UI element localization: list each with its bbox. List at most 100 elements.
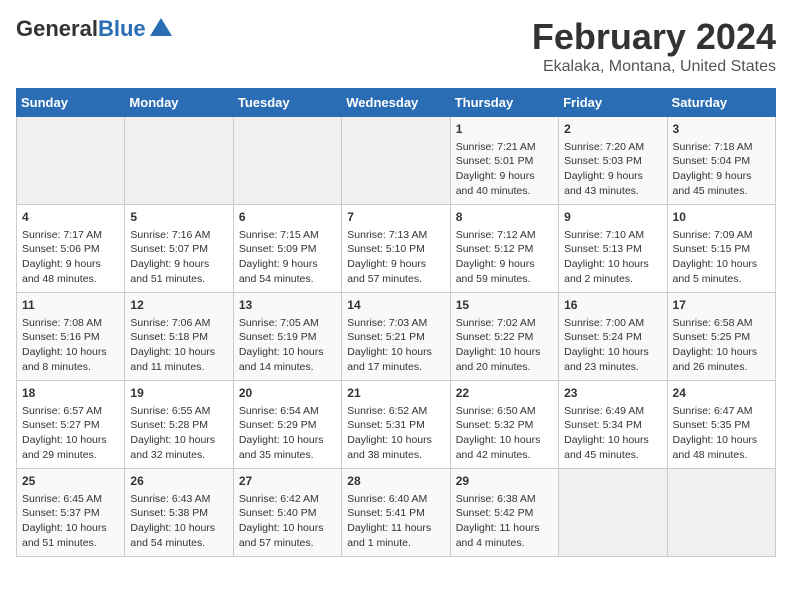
day-number: 4	[22, 209, 119, 226]
day-info: Sunrise: 6:47 AM Sunset: 5:35 PM Dayligh…	[673, 404, 770, 463]
day-info: Sunrise: 6:58 AM Sunset: 5:25 PM Dayligh…	[673, 316, 770, 375]
day-info: Sunrise: 7:00 AM Sunset: 5:24 PM Dayligh…	[564, 316, 661, 375]
calendar-cell: 14 Sunrise: 7:03 AM Sunset: 5:21 PM Dayli…	[342, 293, 450, 381]
day-number: 11	[22, 297, 119, 314]
calendar-cell: 12Sunrise: 7:06 AM Sunset: 5:18 PM Dayli…	[125, 293, 233, 381]
calendar-cell: 28 Sunrise: 6:40 AM Sunset: 5:41 PM Dayli…	[342, 469, 450, 557]
title-block: February 2024 Ekalaka, Montana, United S…	[532, 16, 776, 76]
calendar-cell: 24 Sunrise: 6:47 AM Sunset: 5:35 PM Dayli…	[667, 381, 775, 469]
calendar-cell: 26 Sunrise: 6:43 AM Sunset: 5:38 PM Dayli…	[125, 469, 233, 557]
calendar-cell: 9 Sunrise: 7:10 AM Sunset: 5:13 PM Daylig…	[559, 205, 667, 293]
day-info: Sunrise: 6:45 AM Sunset: 5:37 PM Dayligh…	[22, 492, 119, 551]
day-number: 27	[239, 473, 336, 490]
day-info: Sunrise: 6:40 AM Sunset: 5:41 PM Dayligh…	[347, 492, 444, 551]
day-info: Sunrise: 7:13 AM Sunset: 5:10 PM Dayligh…	[347, 228, 444, 287]
calendar-body: 1Sunrise: 7:21 AM Sunset: 5:01 PM Daylig…	[17, 117, 776, 557]
day-info: Sunrise: 7:20 AM Sunset: 5:03 PM Dayligh…	[564, 140, 661, 199]
day-number: 15	[456, 297, 553, 314]
calendar-week-3: 11 Sunrise: 7:08 AM Sunset: 5:16 PM Dayli…	[17, 293, 776, 381]
weekday-header-sunday: Sunday	[17, 89, 125, 117]
calendar-week-4: 18 Sunrise: 6:57 AM Sunset: 5:27 PM Dayli…	[17, 381, 776, 469]
weekday-header-friday: Friday	[559, 89, 667, 117]
day-number: 7	[347, 209, 444, 226]
day-info: Sunrise: 7:03 AM Sunset: 5:21 PM Dayligh…	[347, 316, 444, 375]
calendar-cell: 8 Sunrise: 7:12 AM Sunset: 5:12 PM Daylig…	[450, 205, 558, 293]
calendar-cell	[667, 469, 775, 557]
day-info: Sunrise: 7:06 AM Sunset: 5:18 PM Dayligh…	[130, 316, 227, 375]
day-info: Sunrise: 7:18 AM Sunset: 5:04 PM Dayligh…	[673, 140, 770, 199]
day-number: 18	[22, 385, 119, 402]
day-number: 20	[239, 385, 336, 402]
calendar-week-1: 1Sunrise: 7:21 AM Sunset: 5:01 PM Daylig…	[17, 117, 776, 205]
calendar-cell: 17 Sunrise: 6:58 AM Sunset: 5:25 PM Dayli…	[667, 293, 775, 381]
day-number: 28	[347, 473, 444, 490]
calendar-cell	[559, 469, 667, 557]
calendar-cell: 13Sunrise: 7:05 AM Sunset: 5:19 PM Dayli…	[233, 293, 341, 381]
logo: General Blue	[16, 16, 172, 42]
day-number: 16	[564, 297, 661, 314]
weekday-header-thursday: Thursday	[450, 89, 558, 117]
day-number: 24	[673, 385, 770, 402]
calendar-cell: 18 Sunrise: 6:57 AM Sunset: 5:27 PM Dayli…	[17, 381, 125, 469]
day-info: Sunrise: 6:50 AM Sunset: 5:32 PM Dayligh…	[456, 404, 553, 463]
day-number: 3	[673, 121, 770, 138]
day-info: Sunrise: 7:10 AM Sunset: 5:13 PM Dayligh…	[564, 228, 661, 287]
day-number: 19	[130, 385, 227, 402]
calendar-cell	[125, 117, 233, 205]
day-number: 9	[564, 209, 661, 226]
page-subtitle: Ekalaka, Montana, United States	[532, 58, 776, 76]
calendar-cell: 5 Sunrise: 7:16 AM Sunset: 5:07 PM Daylig…	[125, 205, 233, 293]
day-number: 26	[130, 473, 227, 490]
day-number: 6	[239, 209, 336, 226]
day-info: Sunrise: 6:42 AM Sunset: 5:40 PM Dayligh…	[239, 492, 336, 551]
day-number: 2	[564, 121, 661, 138]
calendar-cell: 11 Sunrise: 7:08 AM Sunset: 5:16 PM Dayli…	[17, 293, 125, 381]
calendar-cell: 15Sunrise: 7:02 AM Sunset: 5:22 PM Dayli…	[450, 293, 558, 381]
day-number: 17	[673, 297, 770, 314]
calendar-cell	[342, 117, 450, 205]
day-info: Sunrise: 6:49 AM Sunset: 5:34 PM Dayligh…	[564, 404, 661, 463]
day-number: 25	[22, 473, 119, 490]
day-info: Sunrise: 7:17 AM Sunset: 5:06 PM Dayligh…	[22, 228, 119, 287]
calendar-cell: 22 Sunrise: 6:50 AM Sunset: 5:32 PM Dayli…	[450, 381, 558, 469]
day-info: Sunrise: 7:16 AM Sunset: 5:07 PM Dayligh…	[130, 228, 227, 287]
calendar-cell: 29Sunrise: 6:38 AM Sunset: 5:42 PM Dayli…	[450, 469, 558, 557]
weekday-header-monday: Monday	[125, 89, 233, 117]
day-info: Sunrise: 7:09 AM Sunset: 5:15 PM Dayligh…	[673, 228, 770, 287]
weekday-header-row: SundayMondayTuesdayWednesdayThursdayFrid…	[17, 89, 776, 117]
page-header: General Blue February 2024 Ekalaka, Mont…	[16, 16, 776, 76]
day-info: Sunrise: 7:05 AM Sunset: 5:19 PM Dayligh…	[239, 316, 336, 375]
calendar-cell: 21Sunrise: 6:52 AM Sunset: 5:31 PM Dayli…	[342, 381, 450, 469]
calendar-cell: 6Sunrise: 7:15 AM Sunset: 5:09 PM Daylig…	[233, 205, 341, 293]
day-info: Sunrise: 7:21 AM Sunset: 5:01 PM Dayligh…	[456, 140, 553, 199]
day-number: 14	[347, 297, 444, 314]
day-info: Sunrise: 7:12 AM Sunset: 5:12 PM Dayligh…	[456, 228, 553, 287]
day-info: Sunrise: 7:08 AM Sunset: 5:16 PM Dayligh…	[22, 316, 119, 375]
logo-general: General	[16, 16, 98, 42]
calendar-cell	[17, 117, 125, 205]
calendar-week-5: 25 Sunrise: 6:45 AM Sunset: 5:37 PM Dayli…	[17, 469, 776, 557]
page-title: February 2024	[532, 16, 776, 58]
day-info: Sunrise: 6:54 AM Sunset: 5:29 PM Dayligh…	[239, 404, 336, 463]
logo-icon	[150, 18, 172, 36]
weekday-header-wednesday: Wednesday	[342, 89, 450, 117]
day-number: 23	[564, 385, 661, 402]
weekday-header-saturday: Saturday	[667, 89, 775, 117]
calendar-cell: 23 Sunrise: 6:49 AM Sunset: 5:34 PM Dayli…	[559, 381, 667, 469]
calendar-cell: 10 Sunrise: 7:09 AM Sunset: 5:15 PM Dayli…	[667, 205, 775, 293]
calendar-cell: 2 Sunrise: 7:20 AM Sunset: 5:03 PM Daylig…	[559, 117, 667, 205]
calendar-table: SundayMondayTuesdayWednesdayThursdayFrid…	[16, 88, 776, 557]
day-number: 22	[456, 385, 553, 402]
day-number: 8	[456, 209, 553, 226]
day-number: 29	[456, 473, 553, 490]
day-number: 5	[130, 209, 227, 226]
calendar-cell: 7 Sunrise: 7:13 AM Sunset: 5:10 PM Daylig…	[342, 205, 450, 293]
day-info: Sunrise: 6:57 AM Sunset: 5:27 PM Dayligh…	[22, 404, 119, 463]
day-info: Sunrise: 6:43 AM Sunset: 5:38 PM Dayligh…	[130, 492, 227, 551]
calendar-cell	[233, 117, 341, 205]
day-number: 10	[673, 209, 770, 226]
day-number: 21	[347, 385, 444, 402]
calendar-cell: 4 Sunrise: 7:17 AM Sunset: 5:06 PM Daylig…	[17, 205, 125, 293]
logo-blue: Blue	[98, 16, 146, 42]
calendar-week-2: 4 Sunrise: 7:17 AM Sunset: 5:06 PM Daylig…	[17, 205, 776, 293]
